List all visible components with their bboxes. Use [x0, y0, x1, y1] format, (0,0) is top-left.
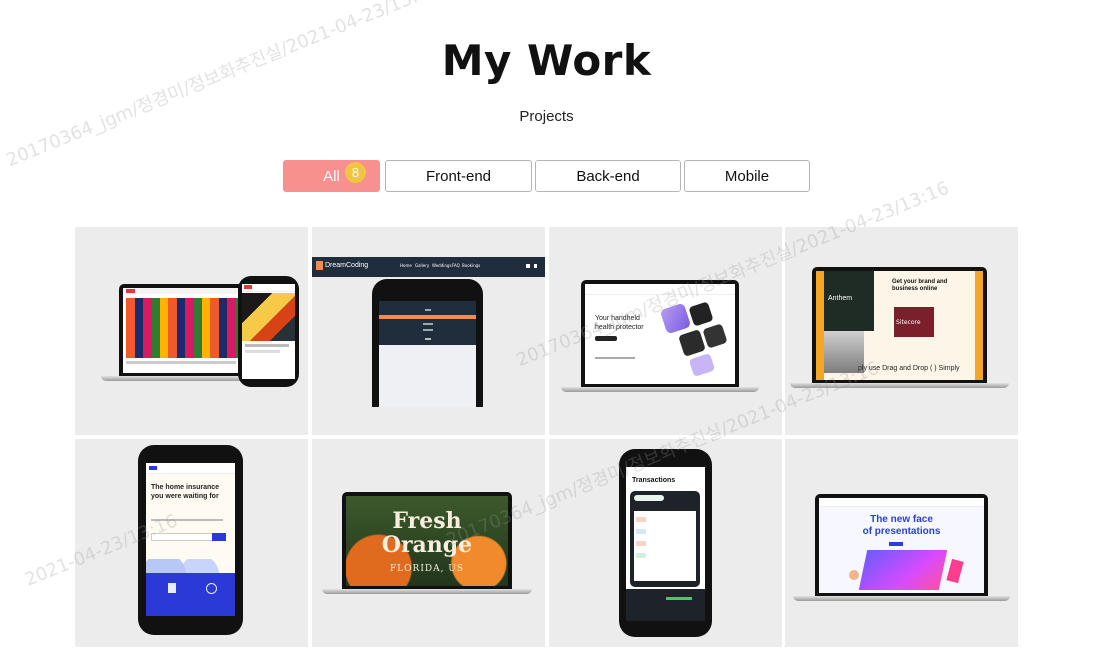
project-card-youtube-clone[interactable]: [75, 227, 308, 435]
project-count-badge: 8: [345, 162, 366, 183]
wix-side-label: Anthem: [828, 295, 853, 302]
project-card-dreamcoding[interactable]: DreamCoding Home Gallery Weddings FAQ Bo…: [312, 227, 545, 435]
filter-mobile-label: Mobile: [724, 167, 770, 185]
dreamcoding-brand: DreamCoding: [325, 262, 369, 269]
filter-all-label: All: [323, 167, 340, 185]
project-card-fresh-orange[interactable]: Fresh Orange FLORIDA, US: [312, 439, 545, 647]
presentations-headline-1: The new face: [870, 514, 933, 525]
wix-headline: Get your brand and business online: [892, 279, 948, 292]
project-card-home-insurance[interactable]: The home insurance you were waiting for: [75, 439, 308, 647]
filter-back-end-label: Back-end: [576, 167, 640, 185]
dreamcoding-nav-home: Home: [400, 263, 412, 268]
wix-badge: Sitecore: [896, 319, 921, 326]
dreamcoding-nav-bookings: Bookings: [462, 263, 481, 268]
filter-all-button[interactable]: All 8: [283, 160, 380, 192]
project-card-transactions[interactable]: Transactions: [549, 439, 782, 647]
filter-mobile-button[interactable]: Mobile: [684, 160, 810, 192]
presentations-headline-2: of presentations: [862, 526, 941, 537]
page-title: My Work: [441, 36, 652, 85]
filter-front-end-label: Front-end: [425, 167, 492, 185]
health-protector-headline: Your handheld health protector: [595, 315, 644, 331]
project-card-wix[interactable]: Anthem Get your brand and business onlin…: [785, 227, 1018, 435]
transactions-headline: Transactions: [632, 477, 676, 484]
twitter-icon: [526, 264, 530, 268]
facebook-icon: [534, 264, 537, 268]
project-card-presentations[interactable]: The new face of presentations: [785, 439, 1018, 647]
filter-back-end-button[interactable]: Back-end: [535, 160, 681, 192]
dreamcoding-nav-weddings: Weddings: [432, 263, 452, 268]
project-card-health-protector[interactable]: Your handheld health protector: [549, 227, 782, 435]
wix-caption: ply use Drag and Drop ( ) Simply: [858, 365, 960, 372]
watermark-text: 20170364_jgm/정경미/정보화추진실/2021-04-23/13:16: [3, 0, 442, 172]
page-subtitle: Projects: [519, 108, 574, 125]
fresh-orange-headline-1: Fresh: [392, 508, 462, 534]
fresh-orange-headline-2: Orange: [381, 532, 473, 558]
fresh-orange-tagline: FLORIDA, US: [389, 564, 465, 574]
dreamcoding-nav-faq: FAQ: [452, 263, 460, 268]
dreamcoding-nav-gallery: Gallery: [415, 263, 430, 268]
home-insurance-headline: The home insurance you were waiting for: [151, 484, 220, 500]
filter-front-end-button[interactable]: Front-end: [385, 160, 532, 192]
project-grid: DreamCoding Home Gallery Weddings FAQ Bo…: [75, 227, 1019, 647]
